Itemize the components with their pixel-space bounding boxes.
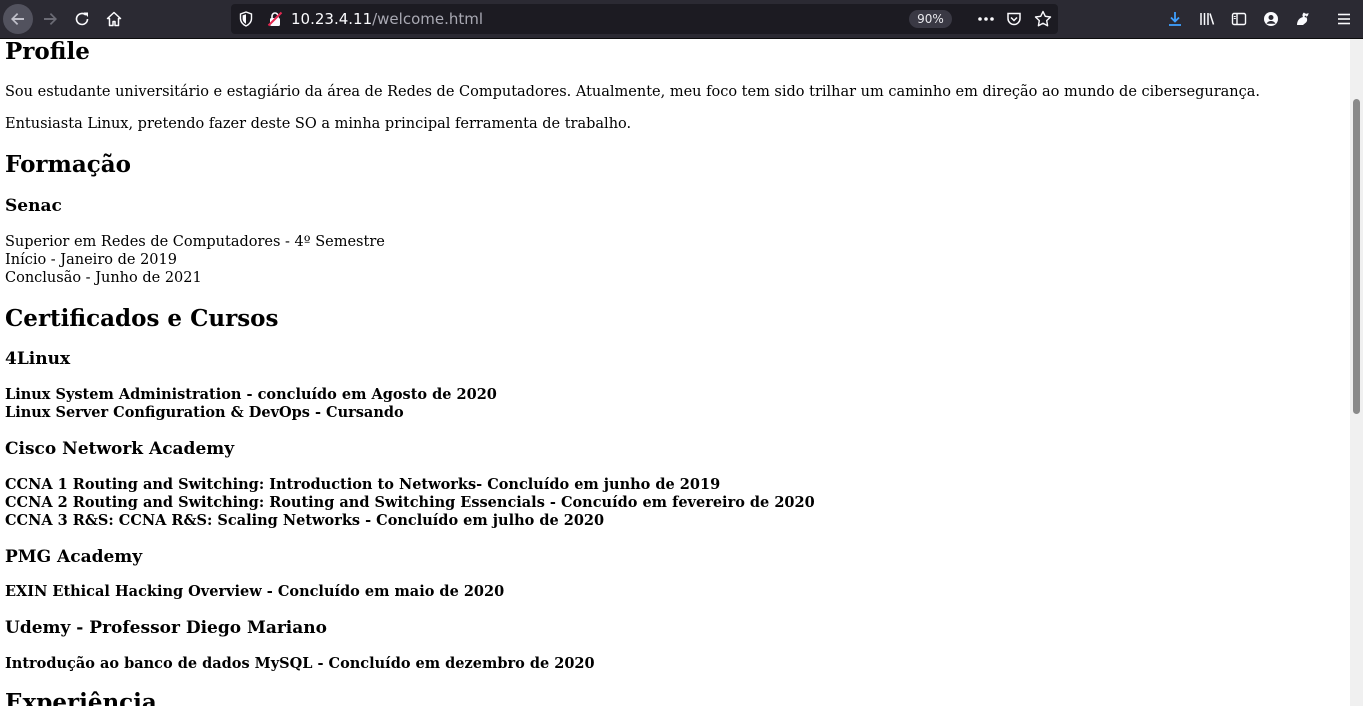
home-button[interactable] (100, 5, 128, 33)
formacao-line: Superior em Redes de Computadores - 4º S… (5, 234, 385, 250)
vertical-scrollbar[interactable] (1350, 39, 1363, 706)
profile-heading: Profile (5, 39, 90, 65)
scrollbar-thumb[interactable] (1353, 99, 1360, 414)
menu-button[interactable] (1330, 5, 1358, 33)
institution-heading: Senac (5, 196, 62, 216)
course-provider-heading: PMG Academy (5, 547, 143, 567)
reload-icon (75, 12, 89, 26)
account-icon (1264, 12, 1278, 26)
insecure-lock-icon[interactable] (267, 11, 283, 31)
more-icon[interactable] (977, 11, 995, 31)
formacao-line: Conclusão - Junho de 2021 (5, 270, 202, 286)
extension-button[interactable] (1289, 5, 1317, 33)
url-host: 10.23.4.11 (291, 10, 373, 28)
menu-icon (1338, 13, 1350, 25)
course-provider-heading: 4Linux (5, 349, 71, 369)
experiencia-heading: Experiência (5, 689, 157, 706)
url-bar[interactable]: 10.23.4.11/welcome.html 90% (231, 4, 1058, 34)
course-item: EXIN Ethical Hacking Overview - Concluíd… (5, 583, 505, 600)
profile-paragraph-1: Sou estudante universitário e estagiário… (5, 84, 1261, 100)
formacao-line: Início - Janeiro de 2019 (5, 252, 177, 268)
url-text[interactable]: 10.23.4.11/welcome.html (291, 10, 483, 28)
sidebar-button[interactable] (1225, 5, 1253, 33)
download-icon (1169, 12, 1181, 26)
zoom-level-badge[interactable]: 90% (909, 10, 952, 28)
browser-toolbar: 10.23.4.11/welcome.html 90% (0, 0, 1363, 39)
page-content: Profile Sou estudante universitário e es… (0, 39, 1350, 706)
course-provider-heading: Udemy - Professor Diego Mariano (5, 618, 327, 638)
course-item: CCNA 2 Routing and Switching: Routing an… (5, 494, 815, 511)
reload-button[interactable] (68, 5, 96, 33)
course-item: Introdução ao banco de dados MySQL - Con… (5, 655, 595, 672)
forward-button[interactable] (36, 5, 64, 33)
star-icon[interactable] (1034, 10, 1052, 32)
course-item: Linux System Administration - concluído … (5, 386, 497, 403)
library-button[interactable] (1193, 5, 1221, 33)
back-arrow-icon (11, 13, 24, 25)
certificados-heading: Certificados e Cursos (5, 305, 279, 332)
shield-icon[interactable] (239, 11, 253, 31)
course-item: Linux Server Configuration & DevOps - Cu… (5, 404, 404, 421)
library-icon (1200, 13, 1215, 25)
formacao-heading: Formação (5, 151, 132, 178)
course-item: CCNA 3 R&S: CCNA R&S: Scaling Networks -… (5, 512, 605, 529)
course-item: CCNA 1 Routing and Switching: Introducti… (5, 476, 721, 493)
sidebar-icon (1231, 12, 1247, 26)
profile-paragraph-2: Entusiasta Linux, pretendo fazer deste S… (5, 116, 632, 132)
home-icon (106, 11, 122, 27)
url-path: /welcome.html (372, 10, 484, 28)
downloads-button[interactable] (1161, 5, 1189, 33)
forward-arrow-icon (44, 13, 57, 25)
course-provider-heading: Cisco Network Academy (5, 439, 235, 459)
pocket-icon[interactable] (1006, 11, 1022, 31)
account-button[interactable] (1257, 5, 1285, 33)
back-button[interactable] (3, 4, 33, 34)
extension-icon (1297, 12, 1309, 25)
